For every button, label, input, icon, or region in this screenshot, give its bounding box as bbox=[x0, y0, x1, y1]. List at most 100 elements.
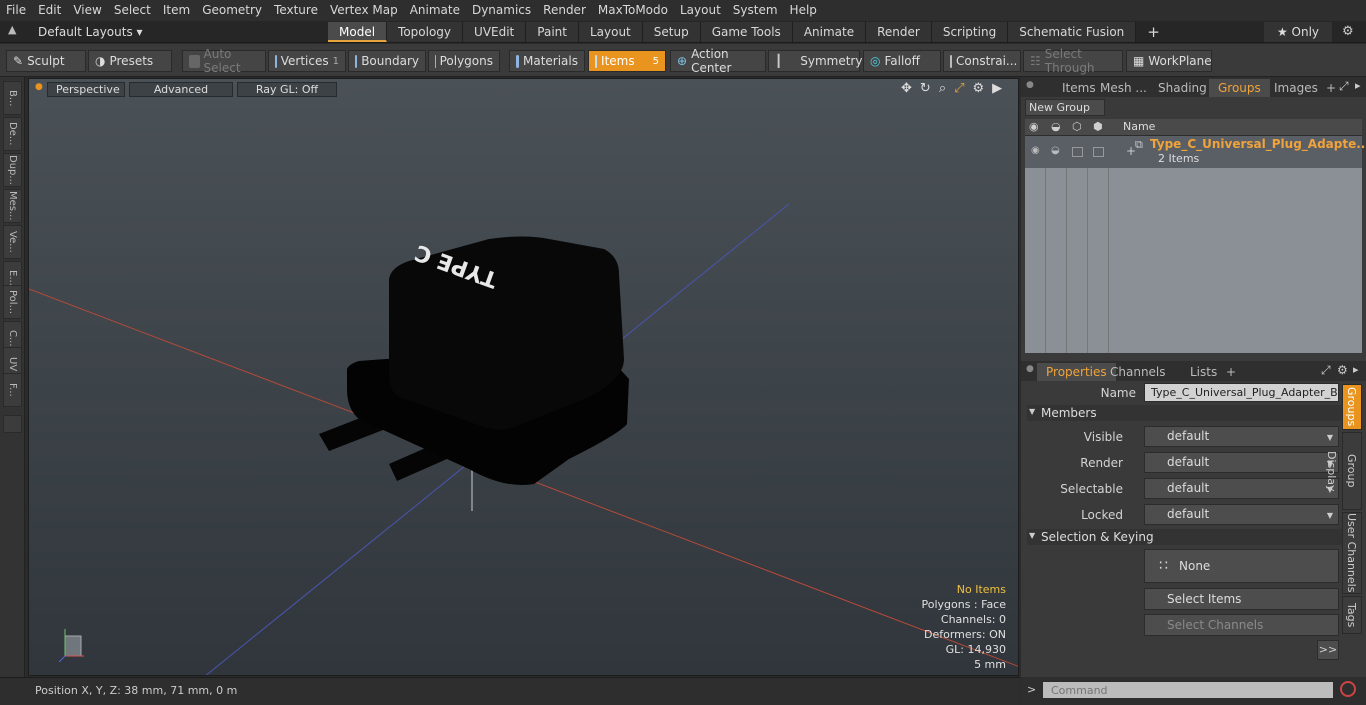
vertices-button[interactable]: Vertices 1 bbox=[268, 50, 346, 72]
select-checkbox[interactable] bbox=[1072, 147, 1083, 157]
menu-dynamics[interactable]: Dynamics bbox=[466, 0, 537, 21]
properties-tab-bar: ● Properties Channels Lists + ⤢ ⚙ ▸ bbox=[1021, 361, 1366, 381]
left-tab-extra[interactable] bbox=[3, 415, 22, 433]
menu-system[interactable]: System bbox=[727, 0, 784, 21]
side-tab-groups[interactable]: Groups bbox=[1342, 384, 1362, 430]
tab-shading[interactable]: Shading bbox=[1149, 79, 1216, 97]
selection-keying-section[interactable]: Selection & Keying bbox=[1027, 529, 1342, 545]
side-tab-tags[interactable]: Tags bbox=[1342, 596, 1362, 634]
sel-keying-collapse-icon[interactable]: ▼ bbox=[1029, 531, 1035, 540]
side-tab-group-display[interactable]: Group Display bbox=[1325, 432, 1362, 510]
workplane-button[interactable]: ▦ WorkPlane bbox=[1126, 50, 1212, 72]
menu-texture[interactable]: Texture bbox=[268, 0, 324, 21]
visibility-column-icon[interactable]: ◉ bbox=[1029, 120, 1039, 133]
tab-groups[interactable]: Groups bbox=[1209, 79, 1270, 97]
select-column-icon[interactable]: ⬡ bbox=[1072, 120, 1082, 133]
panel-menu-icon[interactable]: ● bbox=[1026, 80, 1034, 90]
symmetry-button[interactable]: ┃ Symmetry bbox=[768, 50, 862, 72]
tab-render[interactable]: Render bbox=[866, 22, 932, 42]
3d-viewport[interactable]: ● Perspective Advanced Ray GL: Off ✥ ↻ ⌕… bbox=[28, 78, 1019, 676]
stats-channels: Channels: 0 bbox=[940, 613, 1006, 626]
select-channels-button[interactable]: Select Channels bbox=[1144, 614, 1339, 636]
render-dropdown[interactable]: default bbox=[1144, 452, 1339, 473]
members-collapse-icon[interactable]: ▼ bbox=[1029, 407, 1035, 416]
left-tab-4[interactable]: Ve... bbox=[3, 225, 22, 259]
layout-selector[interactable]: Default Layouts ▾ bbox=[30, 23, 151, 41]
render-icon[interactable]: ◒ bbox=[1051, 145, 1060, 156]
only-toggle[interactable]: ★ Only bbox=[1264, 22, 1332, 42]
materials-button[interactable]: Materials bbox=[509, 50, 585, 72]
polygons-button[interactable]: Polygons bbox=[428, 50, 500, 72]
locked-dropdown[interactable]: default bbox=[1144, 504, 1339, 525]
menu-help[interactable]: Help bbox=[784, 0, 823, 21]
gear-icon[interactable]: ⚙ bbox=[1342, 24, 1354, 39]
left-tab-6[interactable]: Pol... bbox=[3, 285, 22, 319]
add-prop-tab[interactable]: + bbox=[1217, 363, 1245, 381]
left-tab-3[interactable]: Mes... bbox=[3, 189, 22, 223]
tab-setup[interactable]: Setup bbox=[642, 22, 701, 42]
sculpt-button[interactable]: ✎ Sculpt bbox=[6, 50, 86, 72]
visible-dropdown[interactable]: default bbox=[1144, 426, 1339, 447]
select-items-button[interactable]: Select Items bbox=[1144, 588, 1339, 610]
menu-select[interactable]: Select bbox=[108, 0, 157, 21]
selectable-dropdown[interactable]: default bbox=[1144, 478, 1339, 499]
action-center-button[interactable]: ⊕ Action Center bbox=[670, 47, 766, 75]
menu-render[interactable]: Render bbox=[537, 0, 592, 21]
locked-label: Locked bbox=[1081, 508, 1123, 522]
properties-menu-icon[interactable]: ● bbox=[1026, 364, 1034, 374]
lock-checkbox[interactable] bbox=[1093, 147, 1104, 157]
menu-animate[interactable]: Animate bbox=[404, 0, 466, 21]
menu-vertex-map[interactable]: Vertex Map bbox=[324, 0, 404, 21]
presets-button[interactable]: ◑ Presets bbox=[88, 50, 172, 72]
tab-channels[interactable]: Channels bbox=[1101, 363, 1175, 381]
plug-adapter-model[interactable]: TYPE C bbox=[319, 236, 629, 486]
vertices-count: 1 bbox=[332, 55, 339, 67]
side-tab-user-channels[interactable]: User Channels bbox=[1342, 512, 1362, 594]
menu-item[interactable]: Item bbox=[157, 0, 196, 21]
none-button[interactable]: ∷ None bbox=[1144, 549, 1339, 583]
tab-animate[interactable]: Animate bbox=[792, 22, 867, 42]
prop-more-icon[interactable]: ▸ bbox=[1353, 363, 1359, 376]
more-button[interactable]: >> bbox=[1317, 640, 1339, 660]
auto-select-button[interactable]: Auto Select bbox=[182, 47, 266, 75]
menu-maxtomodo[interactable]: MaxToModo bbox=[592, 0, 674, 21]
left-tab-1[interactable]: De... bbox=[3, 117, 22, 151]
left-tab-0[interactable]: B... bbox=[3, 81, 22, 115]
left-tab-2[interactable]: Dup... bbox=[3, 153, 22, 187]
select-through-button[interactable]: ☷ Select Through bbox=[1023, 47, 1123, 75]
tab-uvedit[interactable]: UVEdit bbox=[463, 22, 527, 42]
menu-edit[interactable]: Edit bbox=[32, 0, 67, 21]
prop-gear-icon[interactable]: ⚙ bbox=[1337, 363, 1348, 377]
render-column-icon[interactable]: ◒ bbox=[1051, 120, 1061, 133]
tab-schematic-fusion[interactable]: Schematic Fusion bbox=[1008, 22, 1137, 42]
new-group-button[interactable]: New Group bbox=[1025, 99, 1105, 116]
tab-scripting[interactable]: Scripting bbox=[931, 22, 1009, 42]
prop-expand-icon[interactable]: ⤢ bbox=[1321, 363, 1331, 378]
tab-layout[interactable]: Layout bbox=[578, 22, 643, 42]
falloff-button[interactable]: ◎ Falloff bbox=[863, 50, 941, 72]
menu-geometry[interactable]: Geometry bbox=[196, 0, 268, 21]
add-tab-button[interactable]: + bbox=[1136, 22, 1171, 42]
items-button[interactable]: Items 5 bbox=[588, 50, 666, 72]
tab-model[interactable]: Model bbox=[328, 22, 388, 42]
name-field[interactable]: Type_C_Universal_Plug_Adapter_Blac bbox=[1144, 383, 1339, 402]
left-tab-9[interactable]: F... bbox=[3, 373, 22, 407]
panel-more-icon[interactable]: ▸ bbox=[1355, 79, 1361, 92]
list-item[interactable]: ◉ ◒ + ⧉ Type_C_Universal_Plug_Adapte... … bbox=[1025, 136, 1366, 168]
tab-mesh[interactable]: Mesh ... bbox=[1091, 79, 1156, 97]
tab-topology[interactable]: Topology bbox=[387, 22, 464, 42]
tab-paint[interactable]: Paint bbox=[526, 22, 579, 42]
menu-view[interactable]: View bbox=[67, 0, 107, 21]
boundary-button[interactable]: Boundary bbox=[348, 50, 426, 72]
lock-column-icon[interactable]: ⬢ bbox=[1093, 120, 1103, 133]
tab-game-tools[interactable]: Game Tools bbox=[700, 22, 793, 42]
eye-icon[interactable]: ◉ bbox=[1031, 145, 1040, 156]
menu-file[interactable]: File bbox=[0, 0, 32, 21]
expand-icon[interactable]: ⤢ bbox=[1339, 79, 1349, 94]
record-icon[interactable] bbox=[1340, 681, 1356, 697]
constraints-button[interactable]: Constrai... bbox=[943, 50, 1021, 72]
members-section[interactable]: Members bbox=[1027, 405, 1342, 421]
collapse-icon[interactable]: ▲ bbox=[8, 23, 16, 36]
menu-layout[interactable]: Layout bbox=[674, 0, 727, 21]
command-input[interactable] bbox=[1042, 681, 1334, 699]
